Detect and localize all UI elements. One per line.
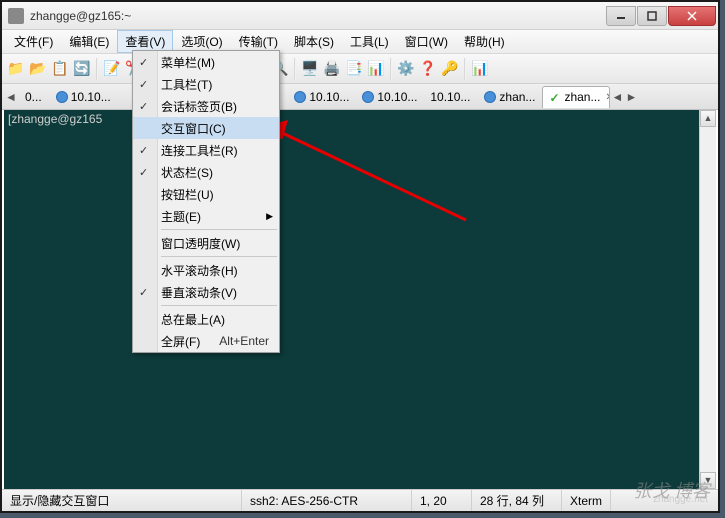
watermark-url: zhangge.net	[653, 494, 708, 505]
menu-separator	[161, 229, 277, 230]
app-icon	[8, 8, 24, 24]
status-icon	[362, 91, 374, 103]
menu-tools[interactable]: 工具(L)	[342, 30, 397, 53]
check-icon: ✓	[139, 78, 148, 91]
status-icon	[484, 91, 496, 103]
status-icon	[56, 91, 68, 103]
tab-scroll-left-icon[interactable]: ◄	[610, 90, 624, 104]
menu-edit[interactable]: 编辑(E)	[61, 30, 117, 53]
check-icon: ✓	[139, 166, 148, 179]
tab-label: 10.10...	[309, 90, 349, 104]
close-button[interactable]	[668, 6, 716, 26]
status-size: 28 行, 84 列	[472, 490, 562, 511]
toolbar-icon[interactable]: 📋	[50, 59, 70, 79]
menu-item-vscroll[interactable]: ✓垂直滚动条(V)	[133, 281, 279, 303]
vertical-scrollbar[interactable]: ▲ ▼	[699, 110, 716, 489]
session-tab[interactable]: zhan...	[477, 86, 542, 108]
shortcut-label: Alt+Enter	[219, 334, 269, 348]
menu-item-connect-bar[interactable]: ✓连接工具栏(R)	[133, 139, 279, 161]
tab-label: 10.10...	[71, 90, 111, 104]
status-icon	[294, 91, 306, 103]
toolbar-icon[interactable]: ⚙️	[396, 59, 416, 79]
toolbar-icon[interactable]: 🖨️	[322, 59, 342, 79]
session-tab[interactable]: 0...	[18, 86, 49, 108]
menu-help[interactable]: 帮助(H)	[456, 30, 513, 53]
status-hint: 显示/隐藏交互窗口	[2, 490, 242, 511]
tab-label: 10.10...	[430, 90, 470, 104]
toolbar-icon[interactable]: 📑	[344, 59, 364, 79]
check-icon: ✓	[139, 56, 148, 69]
menu-item-session-tabs[interactable]: ✓会话标签页(B)	[133, 95, 279, 117]
toolbar-icon[interactable]: 📊	[470, 59, 490, 79]
menu-item-theme[interactable]: 主题(E)▶	[133, 205, 279, 227]
menu-separator	[161, 256, 277, 257]
toolbar-icon[interactable]: 🖥️	[300, 59, 320, 79]
statusbar: 显示/隐藏交互窗口 ssh2: AES-256-CTR 1, 20 28 行, …	[2, 489, 718, 511]
menu-item-chat-window[interactable]: 交互窗口(C)	[133, 117, 279, 139]
check-icon: ✓	[139, 100, 148, 113]
toolbar-icon[interactable]: 🔄	[72, 59, 92, 79]
toolbar-icon[interactable]: 📊	[366, 59, 386, 79]
toolbar-icon[interactable]: ❓	[418, 59, 438, 79]
tab-label: zhan...	[564, 90, 600, 104]
toolbar-separator	[294, 58, 296, 80]
check-icon: ✓	[139, 144, 148, 157]
maximize-button[interactable]	[637, 6, 667, 26]
menu-item-ontop[interactable]: 总在最上(A)	[133, 308, 279, 330]
menu-script[interactable]: 脚本(S)	[286, 30, 342, 53]
menubar: 文件(F) 编辑(E) 查看(V) 选项(O) 传输(T) 脚本(S) 工具(L…	[2, 30, 718, 54]
status-cipher: ssh2: AES-256-CTR	[242, 490, 412, 511]
menu-item-menubar[interactable]: ✓菜单栏(M)	[133, 51, 279, 73]
toolbar-separator	[96, 58, 98, 80]
submenu-arrow-icon: ▶	[266, 211, 273, 222]
session-tab[interactable]: 10.10...	[49, 86, 117, 108]
window-title: zhangge@gz165:~	[30, 9, 605, 23]
scroll-up-icon[interactable]: ▲	[700, 110, 716, 127]
tab-scroll-right-icon[interactable]: ►	[624, 90, 638, 104]
toolbar-icon[interactable]: 📂	[28, 59, 48, 79]
tab-label: 0...	[25, 90, 42, 104]
status-position: 1, 20	[412, 490, 472, 511]
menu-item-hscroll[interactable]: 水平滚动条(H)	[133, 259, 279, 281]
tab-label: zhan...	[499, 90, 535, 104]
menu-item-toolbar[interactable]: ✓工具栏(T)	[133, 73, 279, 95]
minimize-button[interactable]	[606, 6, 636, 26]
session-tab-active[interactable]: ✓zhan...✕	[542, 86, 610, 108]
menu-item-button-bar[interactable]: 按钮栏(U)	[133, 183, 279, 205]
titlebar[interactable]: zhangge@gz165:~	[2, 2, 718, 30]
status-icon: ✓	[549, 91, 561, 103]
toolbar-separator	[464, 58, 466, 80]
toolbar-icon[interactable]: 📝	[102, 59, 122, 79]
menu-item-fullscreen[interactable]: 全屏(F)Alt+Enter	[133, 330, 279, 352]
menu-separator	[161, 305, 277, 306]
tab-label: 10.10...	[377, 90, 417, 104]
toolbar-separator	[390, 58, 392, 80]
session-tab[interactable]: 10.10...	[423, 86, 477, 108]
tabbar: ◄ 0... 10.10... 0... 10.10... 10.10... 1…	[2, 84, 718, 110]
toolbar-icon[interactable]: 🔑	[440, 59, 460, 79]
view-dropdown: ✓菜单栏(M) ✓工具栏(T) ✓会话标签页(B) 交互窗口(C) ✓连接工具栏…	[132, 50, 280, 353]
session-tab[interactable]: 10.10...	[287, 86, 355, 108]
check-icon: ✓	[139, 286, 148, 299]
status-emulation: Xterm	[562, 490, 611, 511]
terminal-prompt: [zhangge@gz165	[8, 112, 102, 126]
menu-item-transparency[interactable]: 窗口透明度(W)	[133, 232, 279, 254]
session-tab[interactable]: 10.10...	[355, 86, 423, 108]
menu-file[interactable]: 文件(F)	[6, 30, 61, 53]
toolbar-icon[interactable]: 📁	[6, 59, 26, 79]
menu-item-statusbar[interactable]: ✓状态栏(S)	[133, 161, 279, 183]
menu-window[interactable]: 窗口(W)	[397, 30, 456, 53]
toolbar: 📁 📂 📋 🔄 📝 ✂️ 📄 📋 📋 🔍 🖥️ 🖨️ 📑 📊 ⚙️ ❓ 🔑 📊	[2, 54, 718, 84]
tab-scroll-left-icon[interactable]: ◄	[4, 90, 18, 104]
terminal[interactable]: [zhangge@gz165	[4, 110, 716, 489]
